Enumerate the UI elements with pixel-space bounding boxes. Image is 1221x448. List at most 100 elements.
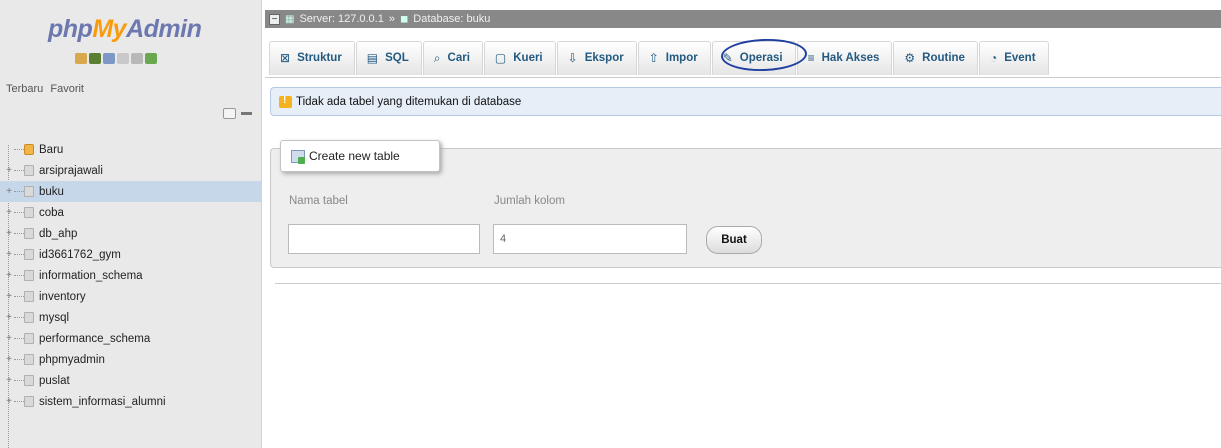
tree-item-new[interactable]: Baru bbox=[0, 139, 261, 160]
create-button[interactable]: Buat bbox=[706, 226, 762, 254]
unlink-icon[interactable] bbox=[241, 112, 252, 115]
tree-item-database[interactable]: + mysql bbox=[0, 307, 261, 328]
favorites-tab[interactable]: Favorit bbox=[50, 83, 84, 95]
warning-icon bbox=[279, 95, 292, 108]
expand-icon[interactable]: + bbox=[4, 186, 14, 197]
expand-icon[interactable]: + bbox=[4, 375, 14, 386]
database-name[interactable]: db_ahp bbox=[39, 228, 77, 240]
tree-item-database[interactable]: + information_schema bbox=[0, 265, 261, 286]
expand-icon[interactable]: + bbox=[4, 270, 14, 281]
settings-icon[interactable] bbox=[131, 53, 143, 64]
logo-my: My bbox=[92, 15, 127, 43]
database-icon bbox=[24, 186, 34, 197]
tab-label: Impor bbox=[665, 52, 698, 64]
database-icon bbox=[24, 249, 34, 260]
docs-icon[interactable] bbox=[117, 53, 129, 64]
tree-item-database[interactable]: + sistem_informasi_alumni bbox=[0, 391, 261, 412]
tab-routine[interactable]: ⚙ Routine bbox=[893, 40, 978, 75]
expand-icon[interactable]: + bbox=[4, 228, 14, 239]
tab-operasi[interactable]: ✎ Operasi bbox=[711, 40, 796, 75]
table-name-input[interactable] bbox=[288, 224, 480, 254]
breadcrumb-database[interactable]: Database: buku bbox=[413, 13, 490, 25]
database-name[interactable]: puslat bbox=[39, 375, 70, 387]
tree-item-database[interactable]: + performance_schema bbox=[0, 328, 261, 349]
expand-icon[interactable]: + bbox=[4, 291, 14, 302]
database-name[interactable]: phpmyadmin bbox=[39, 354, 105, 366]
navigation-sidebar: phpMyAdmin Terbaru Favorit Baru + arsipra… bbox=[0, 0, 262, 448]
tab-kueri[interactable]: ▢ Kueri bbox=[483, 40, 556, 75]
tab-struktur[interactable]: ⊠ Struktur bbox=[269, 40, 355, 75]
database-name[interactable]: mysql bbox=[39, 312, 69, 324]
expand-icon[interactable]: + bbox=[4, 312, 14, 323]
tree-item-label[interactable]: Baru bbox=[39, 144, 63, 156]
new-table-icon bbox=[291, 149, 305, 164]
new-database-icon bbox=[24, 144, 34, 155]
query-window-icon[interactable] bbox=[103, 53, 115, 64]
tree-item-database[interactable]: + inventory bbox=[0, 286, 261, 307]
database-name[interactable]: information_schema bbox=[39, 270, 143, 282]
tree-item-database[interactable]: + coba bbox=[0, 202, 261, 223]
tab-cari[interactable]: ⌕ Cari bbox=[422, 40, 483, 75]
database-name[interactable]: id3661762_gym bbox=[39, 249, 121, 261]
tab-label: Hak Akses bbox=[821, 52, 880, 64]
notice-message: Tidak ada tabel yang ditemukan di databa… bbox=[270, 87, 1221, 116]
tree-connector bbox=[14, 275, 24, 276]
database-icon bbox=[24, 333, 34, 344]
quick-links bbox=[75, 53, 157, 64]
exit-icon[interactable] bbox=[89, 53, 101, 64]
database-icon bbox=[24, 228, 34, 239]
tab-event[interactable]: ◔ Event bbox=[978, 40, 1049, 75]
tree-item-database[interactable]: + db_ahp bbox=[0, 223, 261, 244]
tree-item-database[interactable]: + puslat bbox=[0, 370, 261, 391]
database-icon bbox=[24, 270, 34, 281]
tree-item-database[interactable]: + phpmyadmin bbox=[0, 349, 261, 370]
column-count-input[interactable] bbox=[493, 224, 687, 254]
tab-ekspor[interactable]: ⇩ Ekspor bbox=[556, 40, 637, 75]
tab-impor[interactable]: ⇧ Impor bbox=[637, 40, 711, 75]
logo-php: php bbox=[48, 15, 93, 43]
tab-hak-akses[interactable]: ≡ Hak Akses bbox=[796, 40, 893, 75]
database-name[interactable]: sistem_informasi_alumni bbox=[39, 396, 166, 408]
create-table-title: Create new table bbox=[309, 149, 400, 163]
tree-connector bbox=[14, 191, 24, 192]
import-icon: ⇧ bbox=[648, 51, 659, 65]
reload-icon[interactable] bbox=[145, 53, 157, 64]
search-icon: ⌕ bbox=[433, 50, 441, 65]
tab-label: Kueri bbox=[513, 52, 543, 64]
database-name[interactable]: buku bbox=[39, 186, 64, 198]
tree-connector bbox=[14, 170, 24, 171]
tree-connector bbox=[14, 359, 24, 360]
breadcrumb-server[interactable]: Server: 127.0.0.1 bbox=[299, 13, 383, 25]
tree-item-database[interactable]: + id3661762_gym bbox=[0, 244, 261, 265]
tab-label: Routine bbox=[922, 52, 965, 64]
tree-connector bbox=[14, 401, 24, 402]
expand-icon[interactable]: + bbox=[4, 333, 14, 344]
expand-icon[interactable]: + bbox=[4, 354, 14, 365]
expand-icon[interactable]: + bbox=[4, 165, 14, 176]
collapse-icon[interactable]: − bbox=[269, 13, 280, 25]
breadcrumb-separator: » bbox=[388, 13, 395, 25]
database-name[interactable]: arsiprajawali bbox=[39, 165, 103, 177]
notice-text: Tidak ada tabel yang ditemukan di databa… bbox=[296, 95, 522, 108]
collapse-all-icon[interactable] bbox=[223, 108, 236, 119]
server-icon: ▦ bbox=[285, 13, 295, 25]
tab-sql[interactable]: ▤ SQL bbox=[355, 40, 422, 75]
database-name[interactable]: coba bbox=[39, 207, 64, 219]
tree-connector bbox=[14, 380, 24, 381]
expand-icon[interactable]: + bbox=[4, 249, 14, 260]
recent-tab[interactable]: Terbaru bbox=[6, 83, 43, 95]
home-icon[interactable] bbox=[75, 53, 87, 64]
tab-label: Event bbox=[1004, 52, 1036, 64]
tree-item-database[interactable]: + arsiprajawali bbox=[0, 160, 261, 181]
database-name[interactable]: inventory bbox=[39, 291, 86, 303]
export-icon: ⇩ bbox=[567, 51, 578, 65]
tree-item-database[interactable]: + buku bbox=[0, 181, 261, 202]
expand-icon[interactable]: + bbox=[4, 207, 14, 218]
database-name[interactable]: performance_schema bbox=[39, 333, 150, 345]
phpmyadmin-logo[interactable]: phpMyAdmin bbox=[48, 14, 202, 44]
tree-connector bbox=[14, 296, 24, 297]
tab-label: Operasi bbox=[739, 52, 783, 64]
expand-icon[interactable]: + bbox=[4, 396, 14, 407]
database-icon bbox=[24, 396, 34, 407]
tab-label: Struktur bbox=[297, 52, 342, 64]
